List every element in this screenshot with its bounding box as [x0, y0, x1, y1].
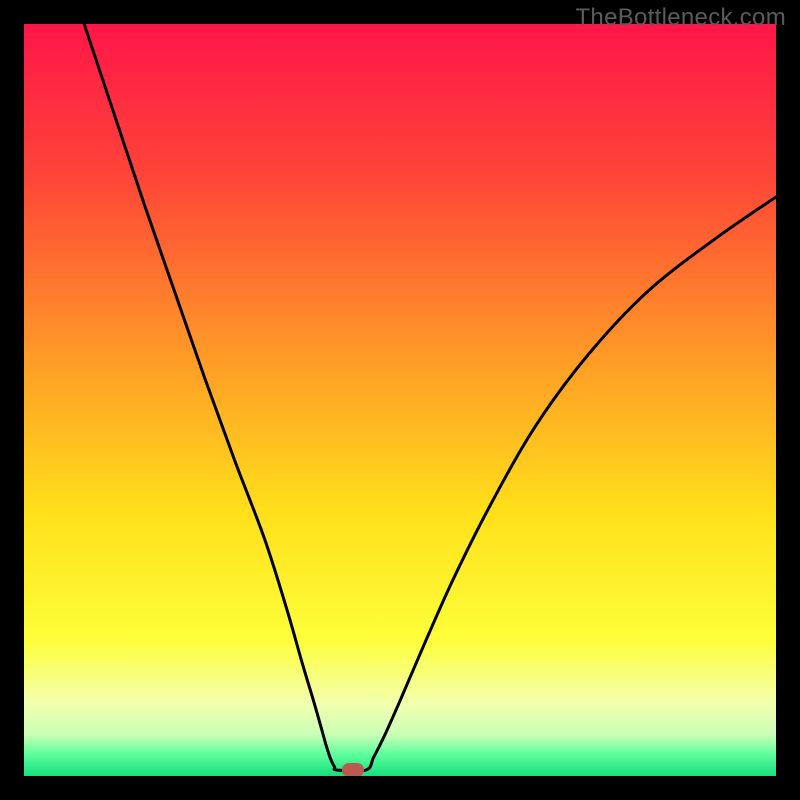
watermark-text: TheBottleneck.com [575, 4, 786, 32]
gradient-background [24, 24, 776, 776]
plot-area [24, 24, 776, 776]
chart-frame: TheBottleneck.com [0, 0, 800, 800]
optimum-marker [342, 763, 364, 776]
chart-svg [24, 24, 776, 776]
